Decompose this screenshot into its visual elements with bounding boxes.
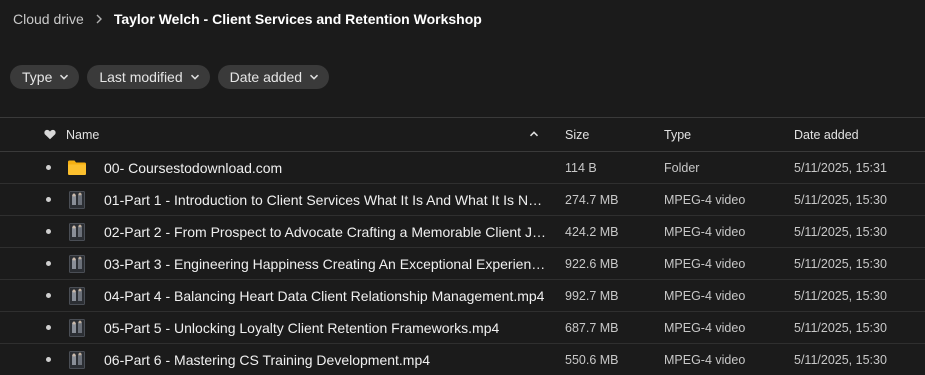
table-row[interactable]: 00- Coursestodownload.com 114 B Folder 5/11… [0,152,925,184]
breadcrumb-root-link[interactable]: Cloud drive [13,11,84,27]
row-status-dot [46,357,51,362]
video-thumbnail-icon [68,286,86,305]
file-type: MPEG-4 video [664,224,746,239]
chevron-down-icon [59,72,69,82]
file-type: MPEG-4 video [664,192,746,207]
file-type: MPEG-4 video [664,320,746,335]
folder-icon [68,159,86,177]
breadcrumb: Cloud drive Taylor Welch - Client Servic… [13,9,482,29]
table-row[interactable]: 02-Part 2 - From Prospect to Advocate Cr… [0,216,925,248]
video-thumbnail-icon [68,190,86,209]
file-date-added: 5/11/2025, 15:30 [794,320,887,335]
file-size: 550.6 MB [565,352,619,367]
row-status-dot [46,197,51,202]
filter-label: Last modified [99,69,183,85]
file-name[interactable]: 02-Part 2 - From Prospect to Advocate Cr… [104,224,546,240]
video-thumbnail-icon [68,254,86,273]
chevron-down-icon [309,72,319,82]
file-name[interactable]: 03-Part 3 - Engineering Happiness Creati… [104,256,546,272]
filter-date-added-button[interactable]: Date added [217,65,330,89]
row-status-dot [46,325,51,330]
file-size: 992.7 MB [565,288,619,303]
file-type: MPEG-4 video [664,352,746,367]
table-row[interactable]: 06-Part 6 - Mastering CS Training Develo… [0,344,925,375]
file-size: 424.2 MB [565,224,619,239]
file-size: 687.7 MB [565,320,619,335]
video-thumbnail-icon [68,318,86,337]
column-header-date-added[interactable]: Date added [794,128,859,142]
filter-bar: Type Last modified Date added [10,65,330,89]
filter-type-button[interactable]: Type [10,65,80,89]
file-size: 114 B [565,160,597,175]
file-name[interactable]: 00- Coursestodownload.com [104,160,546,176]
column-header-name[interactable]: Name [66,128,99,142]
row-status-dot [46,165,51,170]
chevron-down-icon [190,72,200,82]
cloud-drive-page: Cloud drive Taylor Welch - Client Servic… [0,0,925,375]
row-status-dot [46,293,51,298]
file-date-added: 5/11/2025, 15:30 [794,352,887,367]
chevron-right-icon [94,14,104,24]
filter-label: Date added [229,69,303,85]
file-size: 922.6 MB [565,256,619,271]
table-header-row: Name Size Type Date added [0,118,925,152]
column-header-type[interactable]: Type [664,128,691,142]
file-date-added: 5/11/2025, 15:30 [794,288,887,303]
file-date-added: 5/11/2025, 15:30 [794,256,887,271]
file-date-added: 5/11/2025, 15:31 [794,160,887,175]
file-type: Folder [664,160,700,175]
file-date-added: 5/11/2025, 15:30 [794,192,887,207]
file-table: Name Size Type Date added 00- Coursestod… [0,117,925,375]
file-list: 00- Coursestodownload.com 114 B Folder 5/11… [0,152,925,375]
filter-label: Type [22,69,53,85]
filter-last-modified-button[interactable]: Last modified [87,65,210,89]
file-name[interactable]: 06-Part 6 - Mastering CS Training Develo… [104,352,546,368]
file-type: MPEG-4 video [664,256,746,271]
file-name[interactable]: 04-Part 4 - Balancing Heart Data Client … [104,288,546,304]
file-name[interactable]: 01-Part 1 - Introduction to Client Servi… [104,192,546,208]
video-thumbnail-icon [68,222,86,241]
chevron-up-icon[interactable] [529,128,539,142]
row-status-dot [46,229,51,234]
table-row[interactable]: 05-Part 5 - Unlocking Loyalty Client Ret… [0,312,925,344]
table-row[interactable]: 04-Part 4 - Balancing Heart Data Client … [0,280,925,312]
heart-icon[interactable] [43,129,57,140]
breadcrumb-current-folder: Taylor Welch - Client Services and Reten… [113,11,482,27]
column-header-size[interactable]: Size [565,128,589,142]
table-row[interactable]: 03-Part 3 - Engineering Happiness Creati… [0,248,925,280]
file-size: 274.7 MB [565,192,619,207]
table-row[interactable]: 01-Part 1 - Introduction to Client Servi… [0,184,925,216]
file-name[interactable]: 05-Part 5 - Unlocking Loyalty Client Ret… [104,320,546,336]
file-type: MPEG-4 video [664,288,746,303]
row-status-dot [46,261,51,266]
video-thumbnail-icon [68,350,86,369]
file-date-added: 5/11/2025, 15:30 [794,224,887,239]
